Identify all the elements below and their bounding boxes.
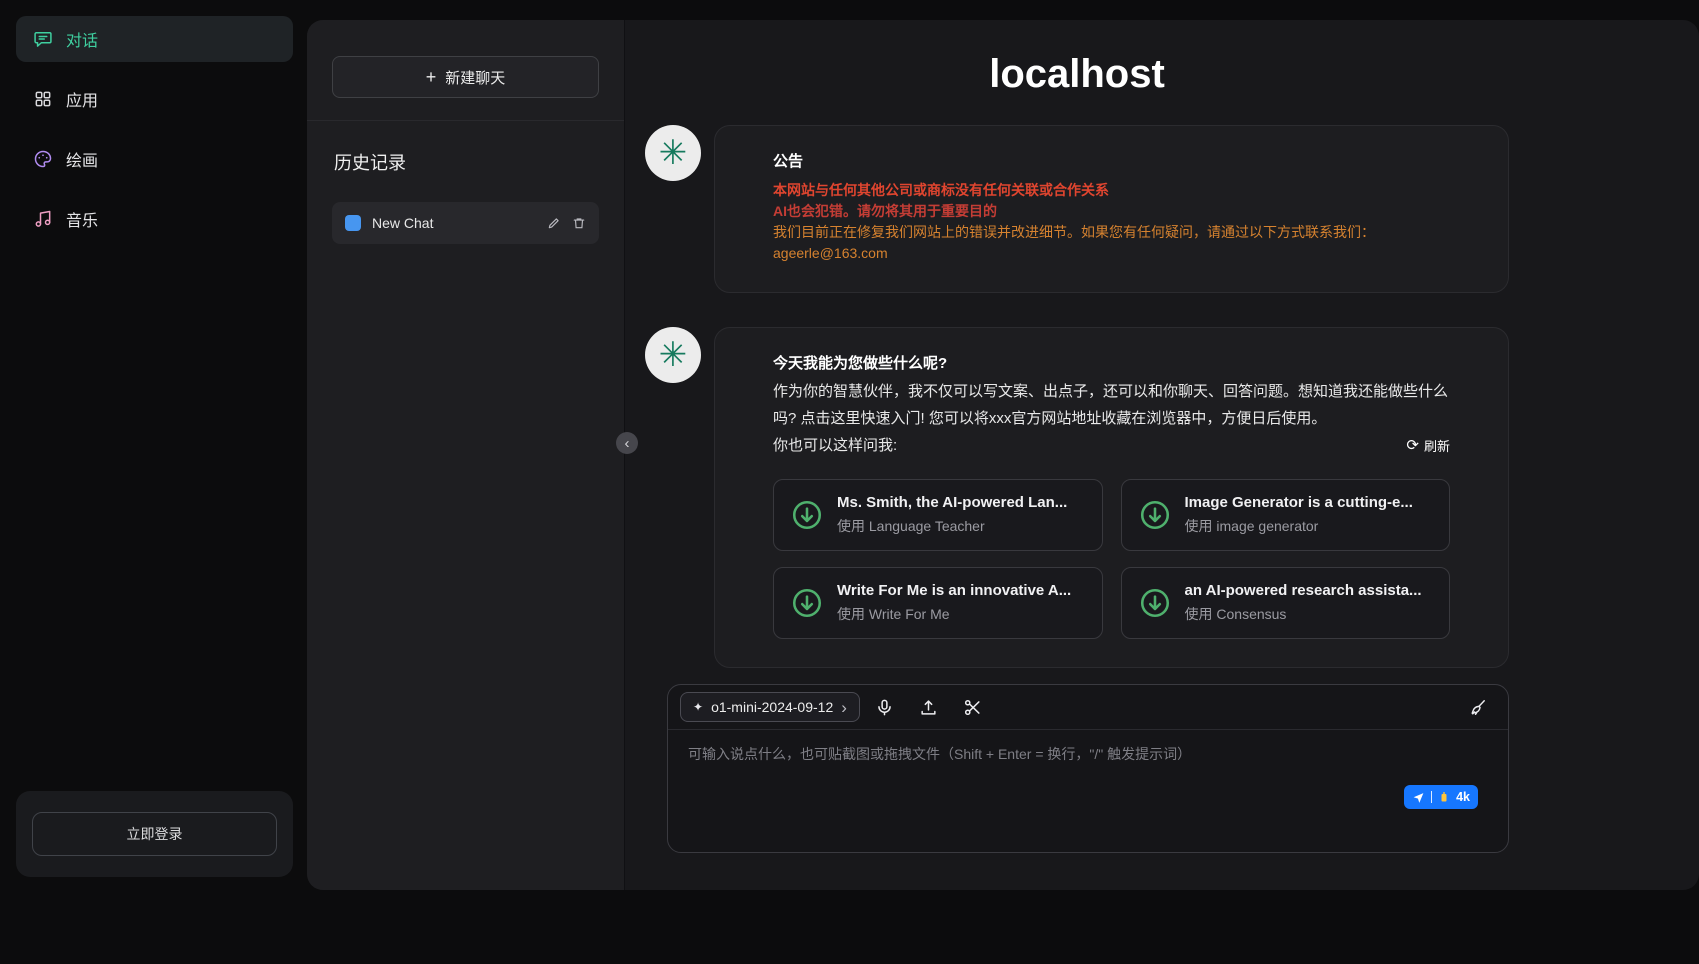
welcome-title: 今天我能为您做些什么呢? bbox=[773, 352, 1450, 373]
suggestion-card[interactable]: Ms. Smith, the AI-powered Lan... 使用 Lang… bbox=[773, 479, 1103, 551]
suggestion-title: an AI-powered research assista... bbox=[1185, 582, 1422, 599]
suggestion-header-row: 你也可以这样问我: ⟳ 刷新 bbox=[773, 432, 1450, 459]
sidebar-item-music[interactable]: 音乐 bbox=[16, 196, 293, 242]
suggestion-subtitle: 使用 Language Teacher bbox=[837, 516, 1067, 536]
upload-button[interactable] bbox=[910, 692, 948, 722]
page-title: localhost bbox=[645, 52, 1509, 97]
ask-hint: 你也可以这样问我: bbox=[773, 432, 897, 459]
suggestion-card[interactable]: an AI-powered research assista... 使用 Con… bbox=[1121, 567, 1451, 639]
sidebar-item-label: 绘画 bbox=[66, 147, 98, 171]
chat-item-icon bbox=[345, 215, 361, 231]
composer-body: 4k bbox=[668, 730, 1508, 852]
token-count: 4k bbox=[1456, 790, 1470, 804]
openai-logo-icon: ✳ bbox=[659, 136, 688, 170]
arrow-down-circle-icon bbox=[1138, 498, 1172, 532]
chat-bubble-icon bbox=[33, 29, 53, 49]
apps-grid-icon bbox=[33, 89, 53, 109]
send-button[interactable]: 4k bbox=[1404, 785, 1478, 809]
sparkle-icon: ✦ bbox=[693, 700, 703, 714]
app-root: 对话 应用 绘画 bbox=[0, 0, 1699, 964]
new-chat-label: 新建聊天 bbox=[445, 67, 505, 88]
message-list: ✳ 公告 本网站与任何其他公司或商标没有任何关联或合作关系 AI也会犯错。请勿将… bbox=[645, 125, 1509, 668]
suggestion-title: Ms. Smith, the AI-powered Lan... bbox=[837, 494, 1067, 511]
welcome-body: 作为你的智慧伙伴，我不仅可以写文案、出点子，还可以和你聊天、回答问题。想知道我还… bbox=[773, 378, 1450, 432]
suggestion-subtitle: 使用 image generator bbox=[1185, 516, 1413, 536]
chat-item-actions bbox=[547, 216, 586, 230]
upload-icon bbox=[919, 698, 938, 717]
send-plane-icon bbox=[1412, 791, 1425, 804]
refresh-icon: ⟳ bbox=[1406, 438, 1419, 453]
suggestion-title: Write For Me is an innovative A... bbox=[837, 582, 1071, 599]
sidebar-item-label: 音乐 bbox=[66, 207, 98, 231]
model-selector[interactable]: ✦ o1-mini-2024-09-12 › bbox=[680, 692, 860, 722]
arrow-down-circle-icon bbox=[1138, 586, 1172, 620]
broom-icon bbox=[1468, 698, 1487, 717]
collapse-sidebar-button[interactable]: ‹ bbox=[616, 432, 638, 454]
badge-divider bbox=[1431, 791, 1432, 803]
composer: ✦ o1-mini-2024-09-12 › bbox=[667, 684, 1509, 853]
message-bubble: 公告 本网站与任何其他公司或商标没有任何关联或合作关系 AI也会犯错。请勿将其用… bbox=[714, 125, 1509, 293]
chat-list-panel: + 新建聊天 历史记录 New Chat bbox=[307, 20, 625, 890]
assistant-avatar: ✳ bbox=[645, 125, 701, 181]
token-battery-icon bbox=[1438, 790, 1450, 804]
palette-icon bbox=[33, 149, 53, 169]
assistant-message-announcement: ✳ 公告 本网站与任何其他公司或商标没有任何关联或合作关系 AI也会犯错。请勿将… bbox=[645, 125, 1509, 293]
announcement-title: 公告 bbox=[773, 150, 1450, 171]
microphone-icon bbox=[875, 698, 894, 717]
chat-list-item[interactable]: New Chat bbox=[332, 202, 599, 244]
suggestion-card[interactable]: Image Generator is a cutting-e... 使用 ima… bbox=[1121, 479, 1451, 551]
arrow-down-circle-icon bbox=[790, 498, 824, 532]
sidebar-item-chat[interactable]: 对话 bbox=[16, 16, 293, 62]
scissors-icon bbox=[963, 698, 982, 717]
announcement-line-1: 本网站与任何其他公司或商标没有任何关联或合作关系 bbox=[773, 180, 1450, 201]
suggestion-subtitle: 使用 Write For Me bbox=[837, 604, 1071, 624]
composer-toolbar: ✦ o1-mini-2024-09-12 › bbox=[668, 685, 1508, 730]
sidebar-item-label: 对话 bbox=[66, 27, 98, 51]
message-bubble: 今天我能为您做些什么呢? 作为你的智慧伙伴，我不仅可以写文案、出点子，还可以和你… bbox=[714, 327, 1509, 668]
arrow-down-circle-icon bbox=[790, 586, 824, 620]
suggestion-subtitle: 使用 Consensus bbox=[1185, 604, 1422, 624]
chevron-right-icon: › bbox=[841, 699, 847, 716]
assistant-message-welcome: ✳ 今天我能为您做些什么呢? 作为你的智慧伙伴，我不仅可以写文案、出点子，还可以… bbox=[645, 327, 1509, 668]
delete-icon[interactable] bbox=[572, 216, 586, 230]
microphone-button[interactable] bbox=[866, 692, 904, 722]
sidebar-item-apps[interactable]: 应用 bbox=[16, 76, 293, 122]
message-input[interactable] bbox=[668, 730, 1508, 806]
sidebar-item-drawing[interactable]: 绘画 bbox=[16, 136, 293, 182]
clear-context-button[interactable] bbox=[1458, 692, 1496, 722]
suggestion-title: Image Generator is a cutting-e... bbox=[1185, 494, 1413, 511]
edit-icon[interactable] bbox=[547, 216, 561, 230]
sidebar-item-label: 应用 bbox=[66, 87, 98, 111]
contact-email-link[interactable]: ageerle@163.com bbox=[773, 243, 888, 264]
music-note-icon bbox=[33, 209, 53, 229]
model-name: o1-mini-2024-09-12 bbox=[711, 699, 833, 715]
refresh-label: 刷新 bbox=[1424, 436, 1450, 455]
new-chat-button[interactable]: + 新建聊天 bbox=[332, 56, 599, 98]
announcement-line-3: 我们目前正在修复我们网站上的错误并改进细节。如果您有任何疑问，请通过以下方式联系… bbox=[773, 222, 1450, 243]
chat-main: localhost ✳ 公告 本网站与任何其他公司或商标没有任何关联或合作关系 … bbox=[625, 20, 1699, 890]
plus-icon: + bbox=[426, 68, 437, 86]
assistant-avatar: ✳ bbox=[645, 327, 701, 383]
chat-item-title: New Chat bbox=[372, 215, 536, 231]
openai-logo-icon: ✳ bbox=[659, 338, 688, 372]
sidebar: 对话 应用 绘画 bbox=[0, 0, 307, 964]
workspace: + 新建聊天 历史记录 New Chat ‹ localhost bbox=[307, 20, 1699, 890]
history-title: 历史记录 bbox=[334, 149, 624, 175]
panel-divider bbox=[307, 120, 624, 121]
login-button[interactable]: 立即登录 bbox=[32, 812, 277, 856]
sidebar-footer: 立即登录 bbox=[16, 791, 293, 877]
suggestion-grid: Ms. Smith, the AI-powered Lan... 使用 Lang… bbox=[773, 479, 1450, 639]
screenshot-button[interactable] bbox=[954, 692, 992, 722]
suggestion-card[interactable]: Write For Me is an innovative A... 使用 Wr… bbox=[773, 567, 1103, 639]
announcement-line-2: AI也会犯错。请勿将其用于重要目的 bbox=[773, 201, 1450, 222]
refresh-button[interactable]: ⟳ 刷新 bbox=[1406, 436, 1450, 455]
